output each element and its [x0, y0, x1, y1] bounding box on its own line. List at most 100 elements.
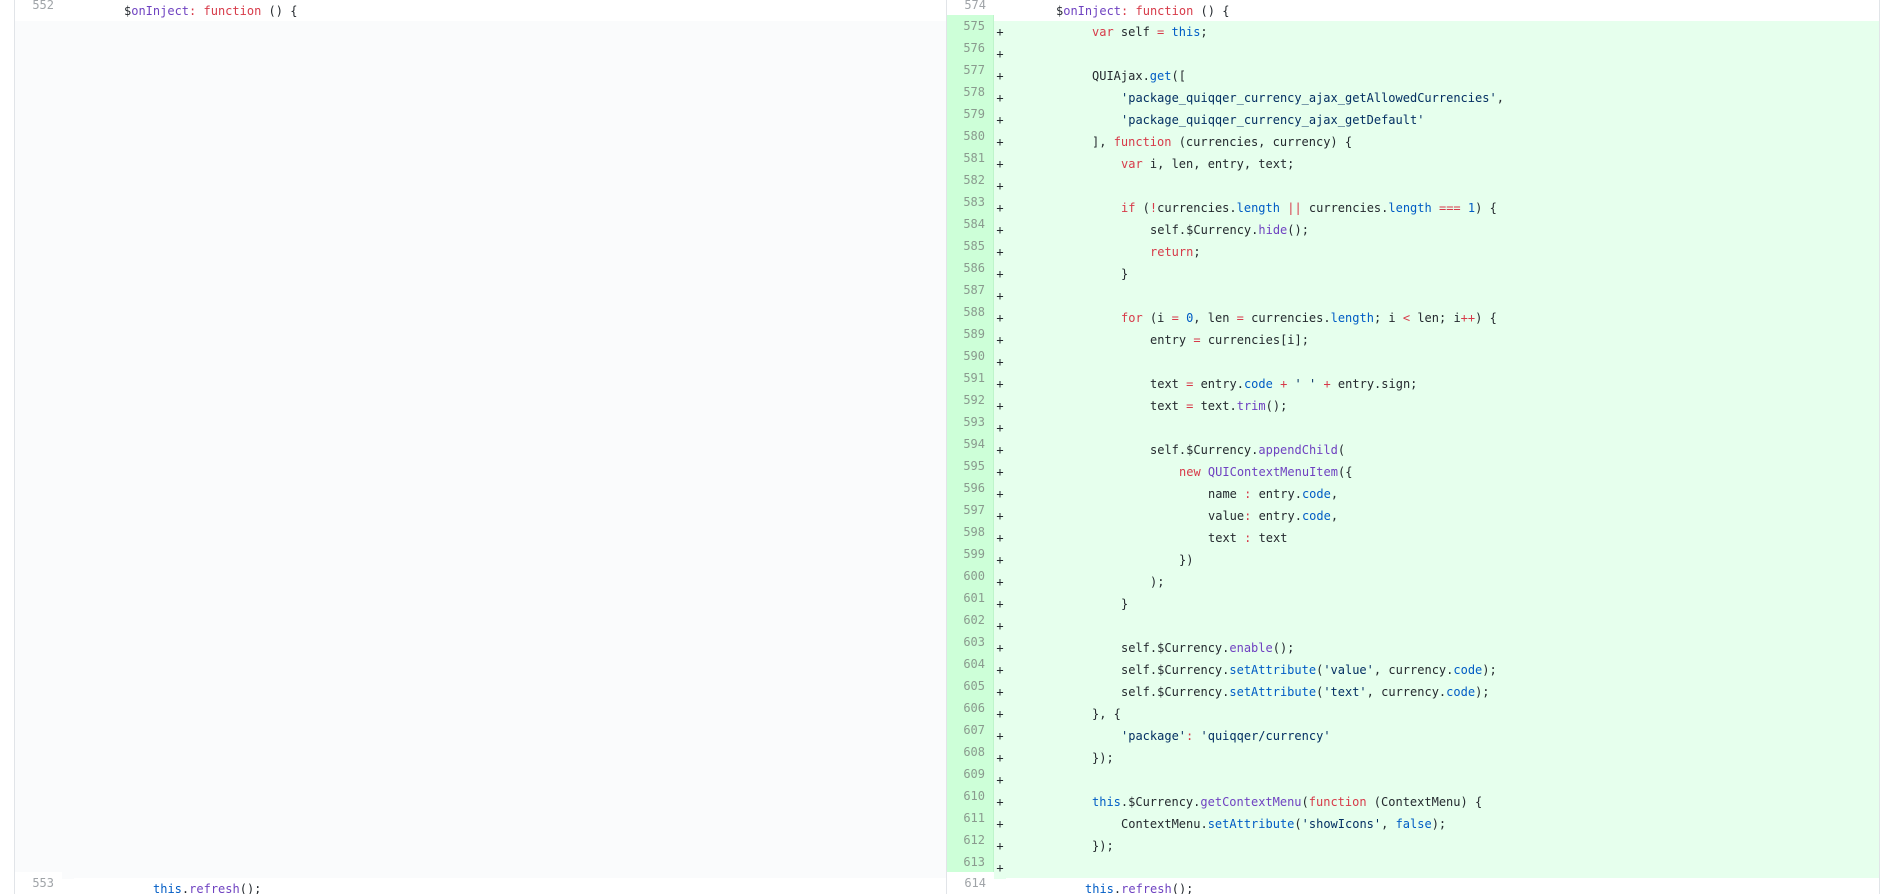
line-number[interactable]: 596: [947, 477, 994, 499]
line-number[interactable]: 599: [947, 543, 994, 565]
diff-added-line: 599 +}): [947, 543, 1879, 571]
line-number[interactable]: 611: [947, 807, 994, 829]
code-token: appendChild: [1258, 443, 1338, 457]
code-token: entry.: [1251, 487, 1302, 501]
line-number[interactable]: 590: [947, 345, 994, 367]
line-number[interactable]: 575: [947, 15, 994, 37]
line-number[interactable]: 582: [947, 169, 994, 191]
diff-marker: +: [994, 285, 1006, 307]
line-number[interactable]: 613: [947, 851, 994, 873]
line-number[interactable]: 594: [947, 433, 994, 455]
line-number[interactable]: 553: [15, 872, 62, 894]
line-number[interactable]: 610: [947, 785, 994, 807]
diff-marker: [994, 878, 1006, 894]
line-number[interactable]: 589: [947, 323, 994, 345]
line-number[interactable]: 605: [947, 675, 994, 697]
diff-marker: +: [994, 593, 1006, 615]
code-token: ) {: [1475, 201, 1497, 215]
diff-added-line: 577 + QUIAjax.get([: [947, 59, 1879, 87]
line-number[interactable]: 609: [947, 763, 994, 785]
line-number[interactable]: 606: [947, 697, 994, 719]
line-number[interactable]: 601: [947, 587, 994, 609]
line-number[interactable]: 591: [947, 367, 994, 389]
code-token: );: [1482, 663, 1497, 677]
line-number[interactable]: 586: [947, 257, 994, 279]
code-token: ,: [1330, 487, 1339, 501]
line-number[interactable]: 581: [947, 147, 994, 169]
line-number[interactable]: 579: [947, 103, 994, 125]
line-number[interactable]: 577: [947, 59, 994, 81]
code-line: [1006, 175, 1879, 197]
diff-marker: +: [994, 87, 1006, 109]
code-line: [1006, 43, 1879, 65]
code-line: self.$Currency.setAttribute('text', curr…: [1006, 681, 1879, 703]
code-line: [1006, 615, 1879, 637]
code-line: 'package_quiqqer_currency_ajax_getAllowe…: [1006, 87, 1879, 109]
code-token: ; i: [1373, 311, 1403, 325]
diff-added-line: 591 + text = entry.code + ' ' + entry.sign…: [947, 367, 1879, 395]
code-token: ContextMenu.: [1121, 817, 1208, 831]
code-token: ();: [1272, 641, 1295, 655]
code-token: entry: [1150, 333, 1194, 347]
code-line: new QUIContextMenuItem({: [1006, 461, 1879, 483]
line-number[interactable]: 600: [947, 565, 994, 587]
diff-marker: +: [994, 175, 1006, 197]
code-token: code: [1301, 487, 1331, 501]
code-token: });: [1092, 751, 1114, 765]
code-token: 'value': [1323, 663, 1374, 677]
line-number[interactable]: 598: [947, 521, 994, 543]
line-number[interactable]: 614: [947, 872, 994, 894]
diff-added-line: 575 + var self = this;: [947, 15, 1879, 43]
line-number[interactable]: 583: [947, 191, 994, 213]
line-number[interactable]: 608: [947, 741, 994, 763]
diff-marker: +: [994, 417, 1006, 439]
code-token: code: [1243, 377, 1273, 391]
code-token: 'package': [1121, 729, 1187, 743]
line-number[interactable]: 574: [947, 0, 994, 16]
diff-added-line: 598 + text : text: [947, 521, 1879, 549]
diff-added-line: 604 + self.$Currency.setAttribute('value',…: [947, 653, 1879, 681]
line-number[interactable]: 604: [947, 653, 994, 675]
code-token: +: [1323, 377, 1331, 391]
diff-added-line: 612 +});: [947, 829, 1879, 857]
code-token: (: [1135, 201, 1150, 215]
line-number[interactable]: 603: [947, 631, 994, 653]
diff-context-line: 553 this.refresh();: [15, 872, 946, 894]
diff-added-line: 583 + if (!currencies.length || currencies…: [947, 191, 1879, 219]
code-line: $onInject: function () {: [74, 0, 946, 22]
code-line: if (!currencies.length || currencies.len…: [1006, 197, 1879, 219]
diff-marker: +: [994, 329, 1006, 351]
line-number[interactable]: 595: [947, 455, 994, 477]
code-token: currencies.: [1157, 201, 1237, 215]
line-number[interactable]: 578: [947, 81, 994, 103]
line-number[interactable]: 584: [947, 213, 994, 235]
code-token: );: [1431, 817, 1447, 831]
line-number[interactable]: 592: [947, 389, 994, 411]
code-token: self.$Currency.: [1121, 641, 1230, 655]
line-number[interactable]: 597: [947, 499, 994, 521]
code-line: this.refresh();: [74, 878, 946, 894]
line-number[interactable]: 587: [947, 279, 994, 301]
code-line: [1006, 351, 1879, 373]
diff-marker: +: [994, 483, 1006, 505]
code-token: (ContextMenu) {: [1366, 795, 1483, 809]
diff-marker: +: [994, 791, 1006, 813]
line-number[interactable]: 602: [947, 609, 994, 631]
line-number[interactable]: 576: [947, 37, 994, 59]
line-number[interactable]: 585: [947, 235, 994, 257]
line-number[interactable]: 612: [947, 829, 994, 851]
line-number[interactable]: 593: [947, 411, 994, 433]
code-token: }, {: [1092, 707, 1121, 721]
line-number[interactable]: 607: [947, 719, 994, 741]
diff-added-line: 593 +: [947, 411, 1879, 439]
diff-added-line: 589 + entry = currencies[i];: [947, 323, 1879, 351]
code-line: }: [1006, 593, 1879, 615]
line-number[interactable]: 580: [947, 125, 994, 147]
line-number[interactable]: 588: [947, 301, 994, 323]
diff-marker: +: [994, 703, 1006, 725]
code-token: , currency.: [1373, 663, 1454, 677]
code-token: }: [1121, 597, 1129, 611]
line-number[interactable]: 552: [15, 0, 62, 16]
